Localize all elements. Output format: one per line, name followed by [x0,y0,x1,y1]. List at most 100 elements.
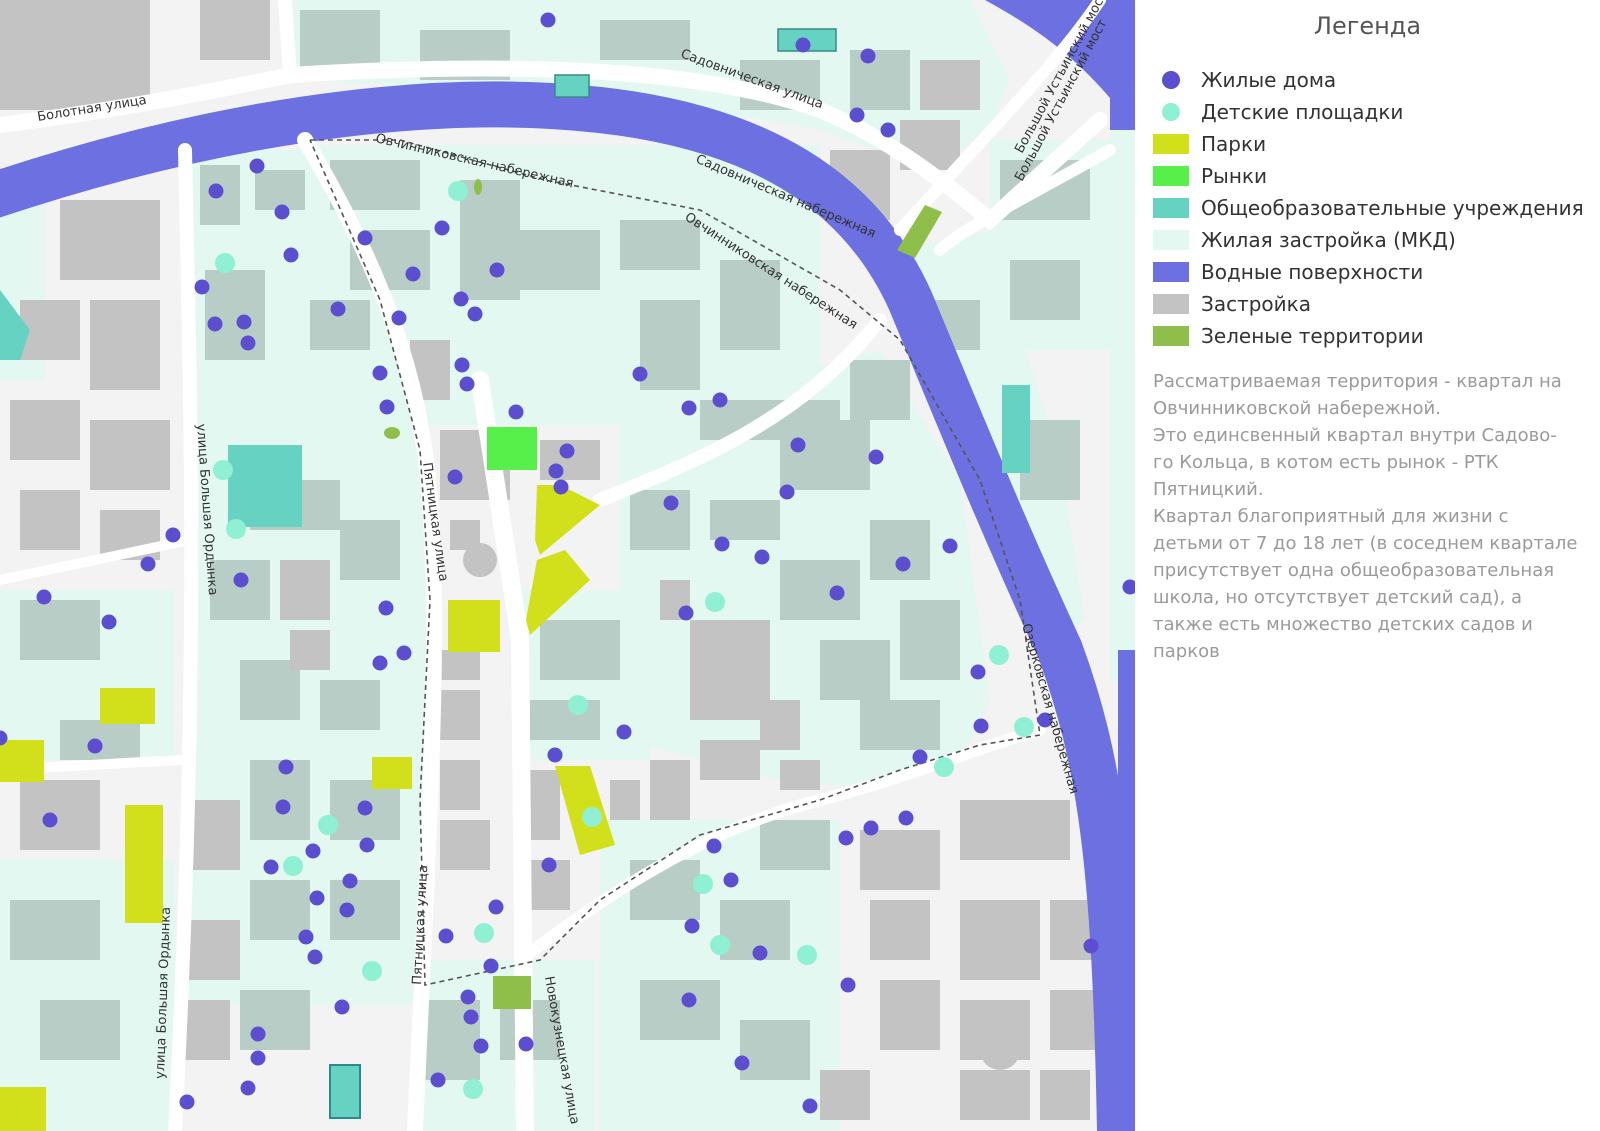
river-water [1110,0,1135,130]
residential-house-marker [681,400,697,416]
residential-house-marker [378,600,394,616]
playground-marker [226,519,246,539]
building [780,760,820,790]
building [820,1070,870,1120]
legend-item: Рынки [1153,160,1593,192]
river-water [1118,650,1135,1131]
building [710,500,780,540]
building [880,980,940,1050]
residential-house-marker [87,738,103,754]
legend-description-line: Это единсвенный квартал внутри Садово- [1153,425,1557,446]
legend-list: Жилые дома Детские площадки Парки Рынки Обще… [1153,64,1593,352]
building [300,10,380,70]
residential-house-marker [1083,938,1099,954]
map[interactable]: Болотная улица Садовническая улица Садов… [0,0,1135,1131]
residential-house-marker [663,495,679,511]
legend-description-line: также есть множество детских садов и [1153,614,1533,635]
legend-description-line: Пятницкий. [1153,479,1264,500]
playground-marker [989,645,1009,665]
building [205,270,265,360]
residential-house-marker [101,614,117,630]
school [329,1064,361,1119]
residential-house-marker [898,810,914,826]
building [240,990,310,1050]
building [250,760,310,840]
building [440,690,480,740]
building [280,560,330,620]
legend-panel: Легенда Жилые дома Детские площадки Парки Р… [1135,0,1600,1131]
playground-marker [934,757,954,777]
residential-house-marker [459,376,475,392]
building [1050,990,1100,1050]
residential-house-marker [734,1055,750,1071]
legend-label: Застройка [1201,292,1311,316]
building [290,630,330,670]
residential-house-marker [283,247,299,263]
building [690,620,770,720]
building [60,200,160,280]
legend-swatch [1153,166,1189,186]
playground-marker [710,935,730,955]
legend-description-line: парков [1153,641,1220,662]
residential-house-marker [548,463,564,479]
residential-house-marker [678,605,694,621]
building [0,0,150,110]
legend-swatch [1153,103,1189,121]
residential-house-marker [359,837,375,853]
residential-house-marker [249,158,265,174]
residential-house-marker [460,989,476,1005]
legend-item: Застройка [1153,288,1593,320]
building [20,780,100,850]
building [1010,260,1080,320]
residential-house-marker [489,262,505,278]
residential-house-marker [405,266,421,282]
building [700,740,760,780]
playground-marker [448,181,468,201]
park [0,740,44,782]
residential-house-marker [357,800,373,816]
building [463,543,497,577]
building [860,700,940,750]
legend-title: Легенда [1313,12,1422,40]
residential-house-marker [42,812,58,828]
residential-house-marker [488,899,504,915]
building [620,220,700,270]
building [920,60,980,110]
building [60,720,140,760]
residential-house-marker [240,1080,256,1096]
playground-marker [283,856,303,876]
legend-item: Детские площадки [1153,96,1593,128]
residential-house-marker [838,830,854,846]
residential-house-marker [483,958,499,974]
building [760,820,830,870]
park [448,600,500,652]
playground-marker [1014,717,1034,737]
residential-house-marker [779,484,795,500]
residential-house-marker [430,1072,446,1088]
residential-house-marker [840,977,856,993]
legend-description-line: школа, но отсутствует детский сад), а [1153,587,1523,608]
residential-house-marker [912,749,928,765]
market [487,427,537,470]
building [530,700,600,740]
residential-house-marker [540,12,556,28]
residential-house-marker [868,449,884,465]
legend-label: Зеленые территории [1201,324,1424,348]
residential-house-marker [880,122,896,138]
residential-house-marker [447,469,463,485]
residential-house-marker [391,310,407,326]
playground-marker [362,961,382,981]
playground-marker [582,807,602,827]
residential-house-marker [518,1036,534,1052]
building [20,600,100,660]
residential-house-marker [895,556,911,572]
building [960,1070,1030,1120]
residential-house-marker [309,890,325,906]
residential-house-marker [467,306,483,322]
residential-house-marker [357,230,373,246]
legend-description-line: детьми от 7 до 18 лет (в соседнем кварта… [1153,533,1578,554]
residential-house-marker [454,357,470,373]
residential-house-marker [829,585,845,601]
residential-house-marker [179,1094,195,1110]
residential-house-marker [754,549,770,565]
